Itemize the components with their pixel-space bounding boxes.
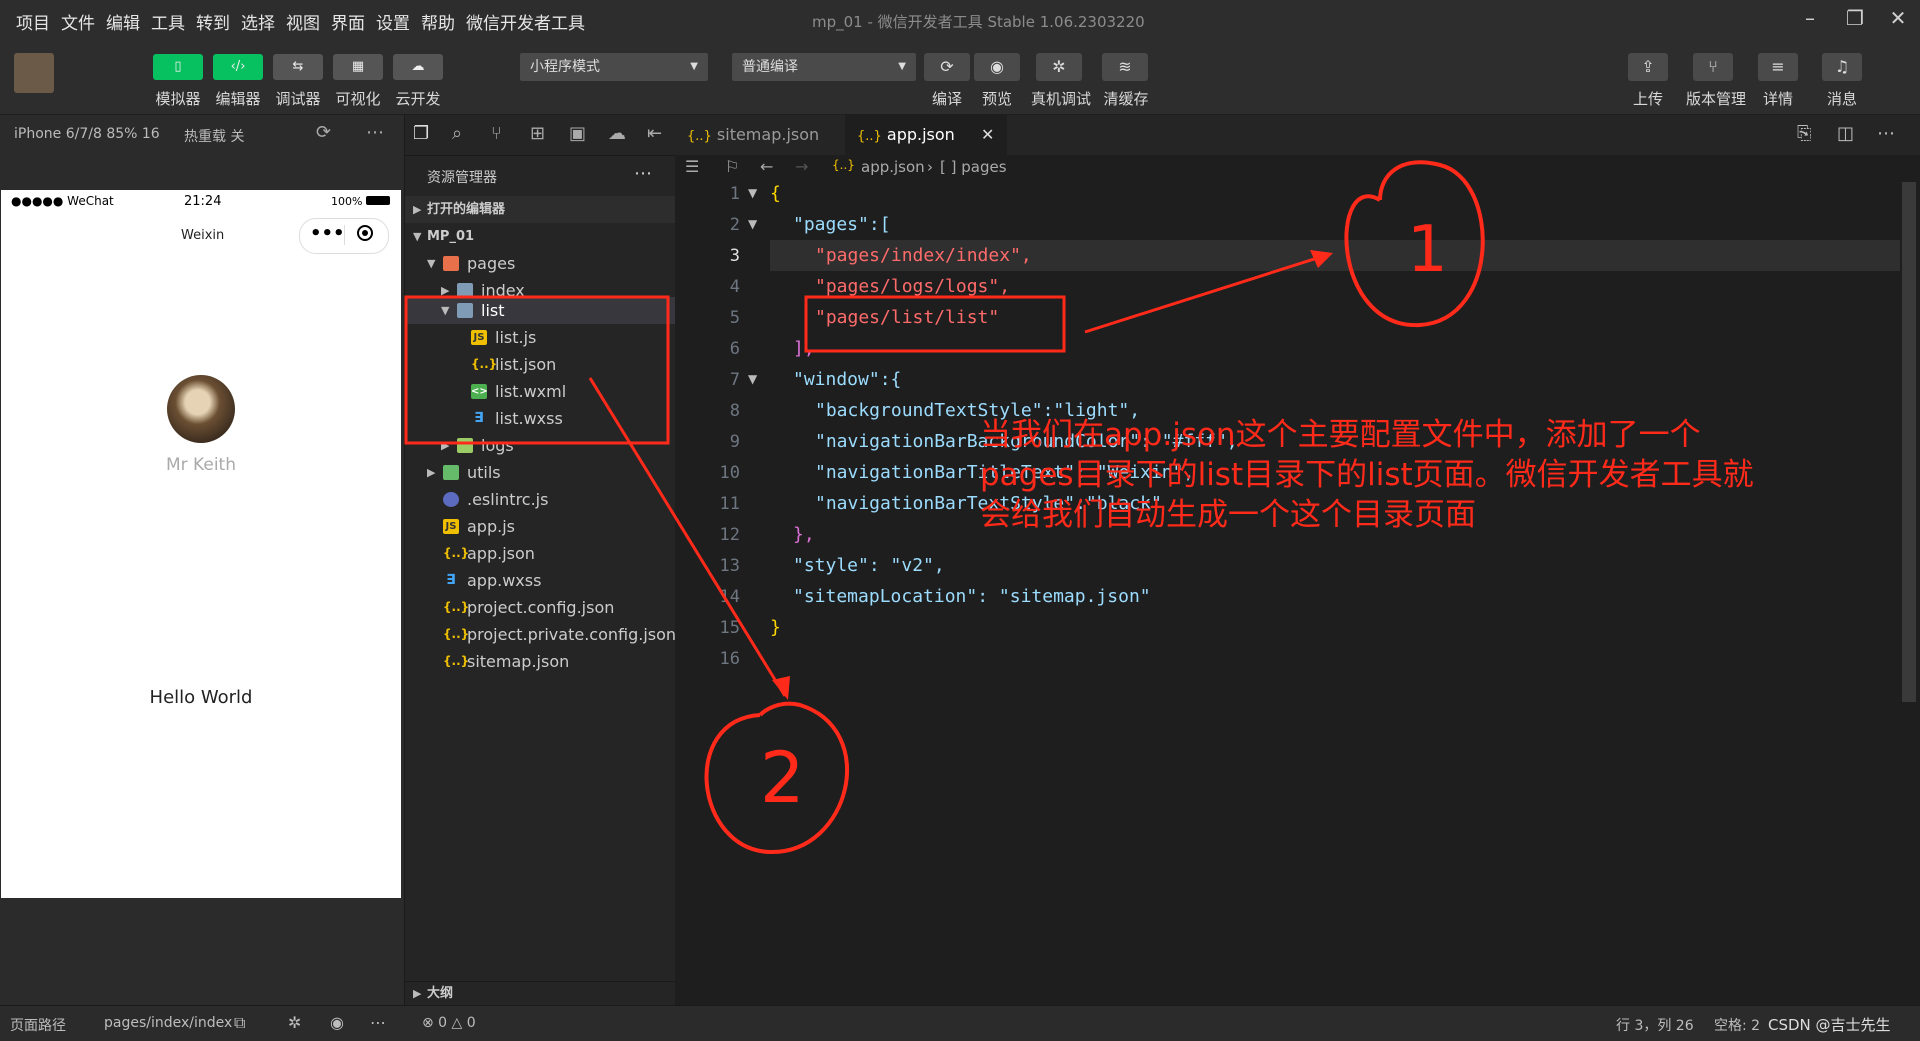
annotation-text: 当我们在app.json这个主要配置文件中，添加了一个pages目录下的list… [980, 417, 1754, 533]
page-path: pages/index/index [104, 1015, 233, 1031]
indent-setting[interactable]: 空格: 2 [1714, 1015, 1760, 1035]
page-path-label[interactable]: 页面路径 [10, 1015, 66, 1035]
eye-icon[interactable]: ◉ [330, 1013, 344, 1032]
annotation-arrow-2 [588, 377, 787, 697]
bug-icon[interactable]: ✲ [288, 1013, 301, 1032]
watermark: CSDN @吉士先生 [1768, 1016, 1891, 1034]
problems-indicator[interactable]: ⊗ 0 △ 0 [422, 1015, 476, 1031]
annotation-box-list-folder [404, 295, 670, 445]
annotation-arrow-1 [1084, 252, 1331, 334]
copy-icon[interactable]: ⧉ [234, 1013, 245, 1033]
annotation-box-pages-list [804, 295, 1066, 353]
status-bar: 页面路径 pages/index/index ⧉ ✲ ◉ ⋯ ⊗ 0 △ 0 行… [0, 1005, 1920, 1041]
annotation-number-1: 1 [1407, 213, 1448, 287]
annotation-arrowhead-2 [772, 676, 790, 700]
cursor-position[interactable]: 行 3，列 26 [1616, 1015, 1694, 1035]
more-icon[interactable]: ⋯ [370, 1013, 386, 1032]
annotation-number-2: 2 [760, 737, 805, 819]
